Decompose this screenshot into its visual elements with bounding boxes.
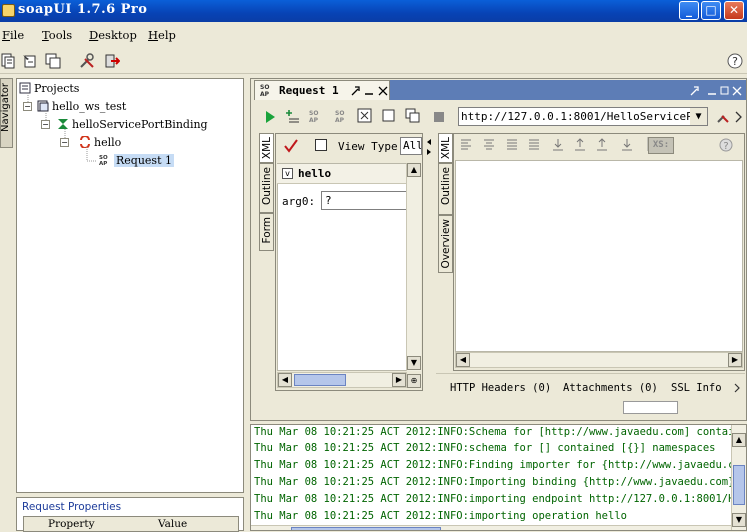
svg-text:AP: AP bbox=[260, 91, 270, 97]
tab-form-request[interactable]: Form bbox=[259, 213, 274, 251]
preferences-icon[interactable] bbox=[79, 53, 95, 69]
svg-text:AP: AP bbox=[335, 117, 345, 124]
tab-window-controls-icon[interactable] bbox=[351, 86, 389, 96]
inner-window-controls-icon[interactable] bbox=[690, 86, 742, 96]
tab-outline-response[interactable]: Outline bbox=[438, 163, 453, 215]
more-tabs-icon[interactable] bbox=[734, 383, 742, 393]
response-format-toolbar-icon[interactable] bbox=[459, 137, 659, 151]
tab-http-headers[interactable]: HTTP Headers (0) bbox=[450, 382, 551, 394]
svg-text:SO: SO bbox=[335, 110, 344, 117]
clone-request-icon[interactable]: SOAP bbox=[308, 108, 324, 124]
scroll-right-icon[interactable]: ▶ bbox=[728, 353, 742, 367]
tab-overview-response[interactable]: Overview bbox=[438, 215, 453, 273]
import-project-icon[interactable] bbox=[22, 53, 38, 69]
tab-ssl-info[interactable]: SSL Info bbox=[671, 382, 722, 394]
request-properties-header: Request Properties bbox=[22, 501, 122, 513]
exit-icon[interactable] bbox=[104, 53, 120, 69]
split-horizontal-icon[interactable] bbox=[381, 108, 397, 124]
soap-request-icon: SOAP bbox=[260, 84, 270, 97]
arg0-input[interactable]: ? bbox=[321, 191, 407, 210]
menu-bar: File Tools Desktop Help bbox=[0, 24, 747, 45]
app-icon bbox=[2, 4, 15, 17]
menu-desktop[interactable]: Desktop bbox=[89, 28, 137, 42]
log-line: Thu Mar 08 10:21:25 ACT 2012:INFO:Schema… bbox=[254, 426, 747, 438]
scroll-left-icon[interactable]: ◀ bbox=[456, 353, 470, 367]
log-line: Thu Mar 08 10:21:25 ACT 2012:INFO:Findin… bbox=[254, 459, 747, 471]
cancel-request-icon[interactable] bbox=[431, 109, 447, 125]
main-toolbar: ? bbox=[0, 48, 747, 74]
xsd-button[interactable]: XS: bbox=[648, 137, 674, 154]
status-field bbox=[623, 401, 678, 414]
view-type-checkbox[interactable] bbox=[315, 139, 327, 151]
tabs-layout-icon[interactable] bbox=[357, 108, 373, 124]
form-horizontal-scrollbar[interactable]: ◀ ▶ bbox=[277, 372, 407, 388]
scrollbar-thumb[interactable] bbox=[291, 527, 441, 530]
log-horizontal-scrollbar[interactable] bbox=[251, 525, 731, 530]
view-type-select[interactable]: All bbox=[400, 137, 422, 155]
help-icon[interactable]: ? bbox=[727, 53, 743, 69]
log-line: Thu Mar 08 10:21:25 ACT 2012:INFO:Import… bbox=[254, 476, 747, 488]
scroll-down-icon[interactable]: ▼ bbox=[732, 513, 746, 527]
column-property[interactable]: Property bbox=[48, 518, 95, 530]
svg-text:?: ? bbox=[723, 141, 728, 152]
log-line: Thu Mar 08 10:21:25 ACT 2012:INFO:schema… bbox=[254, 442, 716, 454]
response-xml-area[interactable] bbox=[455, 160, 743, 352]
tab-xml-response[interactable]: XML bbox=[438, 133, 453, 163]
validate-icon[interactable] bbox=[284, 139, 298, 153]
navigator-tab[interactable]: Navigator bbox=[0, 78, 13, 148]
create-empty-request-icon[interactable]: SOAP bbox=[334, 108, 350, 124]
response-help-icon[interactable]: ? bbox=[719, 138, 733, 152]
more-icon[interactable] bbox=[735, 110, 745, 124]
svg-text:?: ? bbox=[732, 55, 738, 68]
chevron-down-icon[interactable]: ▼ bbox=[690, 108, 707, 125]
arg0-label: arg0: bbox=[282, 195, 316, 208]
scroll-left-icon[interactable]: ◀ bbox=[278, 373, 292, 387]
endpoint-options-icon[interactable] bbox=[716, 110, 730, 124]
splitter-arrows-icon[interactable] bbox=[425, 137, 433, 157]
title-bar[interactable]: soapUI 1.7.6 Pro _ □ ✕ bbox=[0, 0, 747, 22]
log-line: Thu Mar 08 10:21:25 ACT 2012:INFO:import… bbox=[254, 493, 747, 505]
scroll-up-icon[interactable]: ▲ bbox=[407, 163, 421, 177]
maximize-button[interactable]: □ bbox=[701, 1, 721, 20]
properties-table-header: Property Value bbox=[23, 516, 239, 532]
response-horizontal-scrollbar[interactable]: ◀ ▶ bbox=[455, 352, 743, 368]
log-panel[interactable]: Thu Mar 08 10:21:25 ACT 2012:INFO:Schema… bbox=[250, 424, 747, 531]
chevron-down-icon[interactable]: v bbox=[282, 168, 293, 179]
scrollbar-thumb[interactable] bbox=[294, 374, 346, 386]
tab-outline-request[interactable]: Outline bbox=[259, 163, 274, 213]
save-all-icon[interactable] bbox=[45, 53, 61, 69]
split-vertical-icon[interactable] bbox=[405, 108, 421, 124]
svg-text:SO: SO bbox=[309, 110, 318, 117]
menu-file[interactable]: File bbox=[2, 28, 24, 42]
menu-tools[interactable]: Tools bbox=[42, 28, 72, 42]
window-title: soapUI 1.7.6 Pro bbox=[18, 2, 148, 17]
close-button[interactable]: ✕ bbox=[724, 1, 744, 20]
endpoint-select[interactable]: http://127.0.0.1:8001/HelloServicePort bbox=[458, 107, 708, 126]
project-tree: Projects − hello_ws_test − helloServiceP… bbox=[16, 78, 244, 493]
zoom-icon[interactable]: ⊕ bbox=[407, 374, 421, 388]
form-vertical-scrollbar[interactable]: ▲ ▼ bbox=[406, 163, 421, 371]
response-bottom-tabs: HTTP Headers (0) Attachments (0) SSL Inf… bbox=[436, 373, 745, 397]
new-project-icon[interactable] bbox=[0, 53, 16, 69]
tab-request-1[interactable]: SO AP Request 1 bbox=[254, 80, 390, 100]
log-line: Thu Mar 08 10:21:25 ACT 2012:INFO:import… bbox=[254, 510, 627, 522]
scrollbar-thumb[interactable] bbox=[733, 465, 745, 505]
view-type-label: View Type: bbox=[338, 140, 405, 153]
svg-text:AP: AP bbox=[309, 117, 319, 124]
scroll-right-icon[interactable]: ▶ bbox=[392, 373, 406, 387]
scroll-up-icon[interactable]: ▲ bbox=[732, 433, 746, 447]
request-properties-panel: Request Properties Property Value bbox=[16, 497, 244, 532]
column-value[interactable]: Value bbox=[158, 518, 187, 530]
menu-help[interactable]: Help bbox=[148, 28, 176, 42]
tab-xml-request[interactable]: XML bbox=[259, 133, 274, 163]
form-section-header[interactable]: v hello bbox=[277, 164, 407, 184]
add-to-testcase-icon[interactable] bbox=[284, 108, 300, 124]
scroll-down-icon[interactable]: ▼ bbox=[407, 356, 421, 370]
log-vertical-scrollbar[interactable]: ▲ ▼ bbox=[731, 425, 746, 530]
svg-text:SO: SO bbox=[260, 84, 269, 91]
tree-guides bbox=[27, 93, 97, 162]
minimize-button[interactable]: _ bbox=[679, 1, 699, 20]
submit-request-icon[interactable] bbox=[262, 109, 278, 125]
tab-attachments[interactable]: Attachments (0) bbox=[563, 382, 658, 394]
